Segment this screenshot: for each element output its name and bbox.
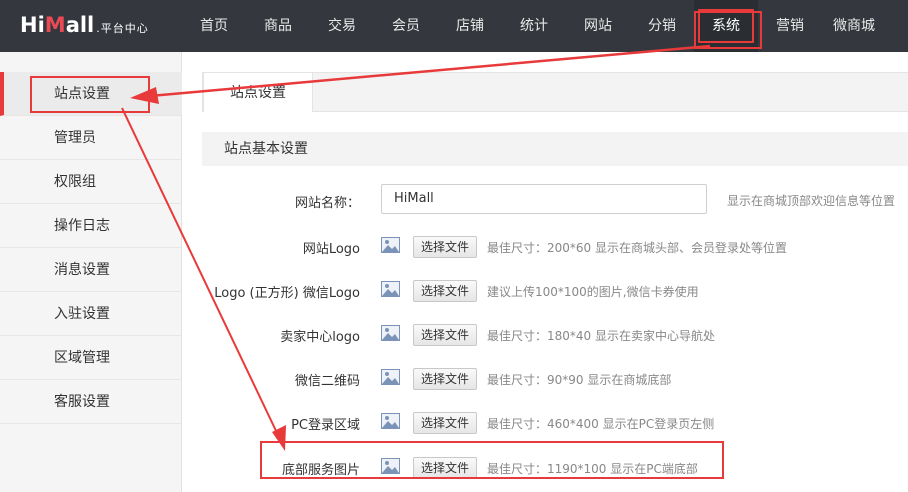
upload-label-pc-login-area: PC登录区域 xyxy=(291,418,360,433)
section-title: 站点基本设置 xyxy=(202,132,908,166)
upload-label-footer-service-image: 底部服务图片 xyxy=(281,463,360,478)
top-navbar: HiMall .平台中心 首页 商品 交易 会员 店铺 统计 网站 分销 系统 … xyxy=(0,0,908,52)
choose-file-button-seller-logo[interactable]: 选择文件 xyxy=(413,324,477,346)
image-icon xyxy=(381,281,400,297)
upload-hint-seller-logo: 最佳尺寸：180*40 显示在卖家中心导航处 xyxy=(487,329,715,343)
image-icon xyxy=(381,325,400,341)
site-name-input[interactable]: HiMall xyxy=(381,184,707,214)
nav-trade[interactable]: 交易 xyxy=(310,0,374,52)
site-name-label: 网站名称： xyxy=(294,196,360,211)
nav-marketing[interactable]: 营销 xyxy=(758,0,822,52)
upload-label-wechat-logo: Logo (正方形) 微信Logo xyxy=(214,286,360,301)
logo-subtitle: .平台中心 xyxy=(96,22,149,35)
nav-stats[interactable]: 统计 xyxy=(502,0,566,52)
image-icon xyxy=(381,369,400,385)
nav-system[interactable]: 系统 xyxy=(694,0,758,52)
upload-hint-wechat-logo: 建议上传100*100的图片,微信卡券使用 xyxy=(487,285,699,299)
nav-distribution[interactable]: 分销 xyxy=(630,0,694,52)
choose-file-button-wechat-qrcode[interactable]: 选择文件 xyxy=(413,368,477,390)
upload-label-seller-logo: 卖家中心logo xyxy=(280,330,360,345)
choose-file-button-footer-service-image[interactable]: 选择文件 xyxy=(413,457,477,479)
upload-hint-site-logo: 最佳尺寸：200*60 显示在商城头部、会员登录处等位置 xyxy=(487,241,787,255)
upload-label-site-logo: 网站Logo xyxy=(302,242,360,257)
nav-website[interactable]: 网站 xyxy=(566,0,630,52)
tab-bar: 站点设置 xyxy=(202,72,908,112)
tab-site-settings[interactable]: 站点设置 xyxy=(203,72,313,112)
choose-file-button-pc-login-area[interactable]: 选择文件 xyxy=(413,412,477,434)
image-icon xyxy=(381,458,400,474)
upload-hint-wechat-qrcode: 最佳尺寸：90*90 显示在商城底部 xyxy=(487,373,672,387)
upload-hint-pc-login-area: 最佳尺寸：460*400 显示在PC登录页左侧 xyxy=(487,417,715,431)
nav-home[interactable]: 首页 xyxy=(182,0,246,52)
logo-text: HiMall xyxy=(20,13,95,37)
sidebar-item-site-settings[interactable]: 站点设置 xyxy=(0,72,182,116)
sidebar-item-admins[interactable]: 管理员 xyxy=(0,116,182,160)
main-nav: 首页 商品 交易 会员 店铺 统计 网站 分销 系统 营销 微商城 xyxy=(182,0,886,52)
upload-hint-footer-service-image: 最佳尺寸：1190*100 显示在PC端底部 xyxy=(487,462,698,476)
choose-file-button-site-logo[interactable]: 选择文件 xyxy=(413,236,477,258)
himall-logo[interactable]: HiMall .平台中心 xyxy=(20,13,149,39)
image-icon xyxy=(381,413,400,429)
nav-members[interactable]: 会员 xyxy=(374,0,438,52)
choose-file-button-wechat-logo[interactable]: 选择文件 xyxy=(413,280,477,302)
upload-label-wechat-qrcode: 微信二维码 xyxy=(294,374,360,389)
image-icon xyxy=(381,237,400,253)
nav-shops[interactable]: 店铺 xyxy=(438,0,502,52)
site-name-hint: 显示在商城顶部欢迎信息等位置 xyxy=(727,194,896,208)
nav-wechat-mall[interactable]: 微商城 xyxy=(822,0,886,52)
nav-products[interactable]: 商品 xyxy=(246,0,310,52)
